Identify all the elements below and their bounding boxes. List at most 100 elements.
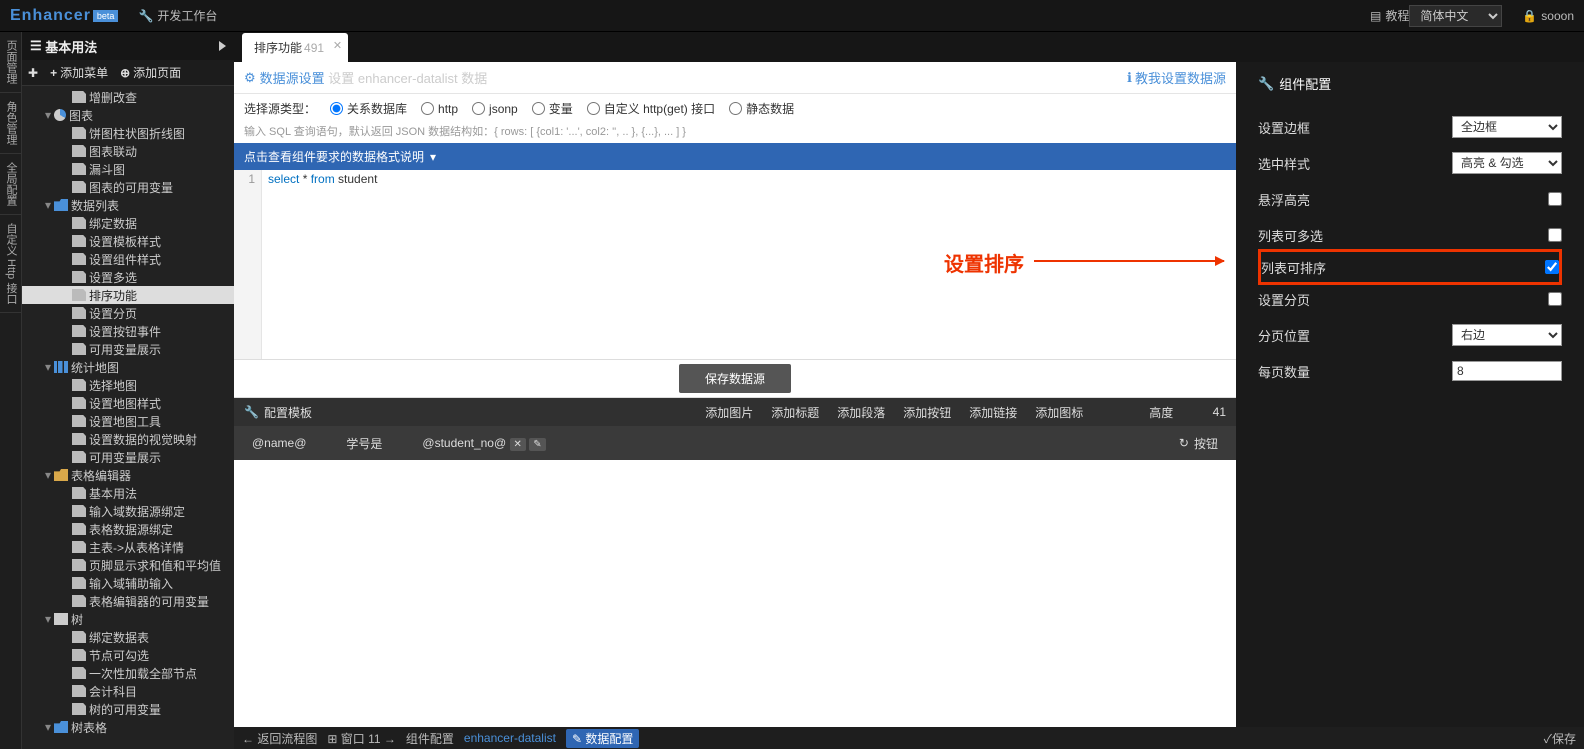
tree-item[interactable]: ▾图表 <box>22 106 234 124</box>
workbench-link[interactable]: 🔧开发工作台 <box>138 7 217 24</box>
tree-item[interactable]: 节点可勾选 <box>22 646 234 664</box>
tree-item[interactable]: 设置按钮事件 <box>22 322 234 340</box>
rail-item[interactable]: 自定义 Http 接口 <box>0 215 22 313</box>
format-hint-band[interactable]: 点击查看组件要求的数据格式说明▾ <box>234 143 1236 170</box>
source-type-option[interactable]: 自定义 http(get) 接口 <box>587 100 715 117</box>
tree-item[interactable]: 可用变量展示 <box>22 340 234 358</box>
save-datasource-button[interactable]: 保存数据源 <box>679 364 791 393</box>
close-icon[interactable]: ✕ <box>510 438 526 451</box>
config-checkbox[interactable] <box>1548 228 1562 242</box>
tree-item[interactable]: 排序功能 <box>22 286 234 304</box>
tree-item[interactable]: 输入域数据源绑定 <box>22 502 234 520</box>
tree-item[interactable]: 树的可用变量 <box>22 700 234 718</box>
bc-datalist[interactable]: enhancer-datalist <box>464 731 556 745</box>
page-icon <box>72 289 86 301</box>
page-icon <box>72 487 86 499</box>
add-menu-button[interactable]: +添加菜单 <box>50 64 108 81</box>
menu-icon[interactable]: ☰ <box>30 38 42 54</box>
add-page-button[interactable]: ⊕添加页面 <box>120 64 181 81</box>
tree-item[interactable]: ▾数据列表 <box>22 196 234 214</box>
sql-editor[interactable]: 1 select * from student <box>234 170 1236 360</box>
tree-item[interactable]: 绑定数据 <box>22 214 234 232</box>
bc-ds-pill[interactable]: ✎ 数据配置 <box>566 729 639 748</box>
user-menu[interactable]: 🔒sooon <box>1522 9 1574 23</box>
tree-item[interactable]: 增删改查 <box>22 88 234 106</box>
config-select[interactable]: 高亮 & 勾选 <box>1452 152 1562 174</box>
tpl-button[interactable]: 按钮 <box>1194 435 1218 452</box>
source-type-option[interactable]: 关系数据库 <box>330 100 407 117</box>
tpl-action[interactable]: 添加按钮 <box>903 404 951 421</box>
rail-item[interactable]: 角色管理 <box>0 93 22 154</box>
edit-icon[interactable]: ✎ <box>529 438 545 451</box>
tree-item[interactable]: 设置多选 <box>22 268 234 286</box>
tree-item[interactable]: 饼图柱状图折线图 <box>22 124 234 142</box>
page-icon <box>72 163 86 175</box>
tree-item[interactable]: 漏斗图 <box>22 160 234 178</box>
tree-item[interactable]: 设置组件样式 <box>22 250 234 268</box>
tpl-action[interactable]: 添加链接 <box>969 404 1017 421</box>
tpl-field[interactable]: @name@ <box>252 436 306 450</box>
tree-item[interactable]: 设置模板样式 <box>22 232 234 250</box>
tpl-field[interactable]: @student_no@ <box>422 436 506 450</box>
tpl-action[interactable]: 添加图标 <box>1035 404 1083 421</box>
tpl-action[interactable]: 添加图片 <box>705 404 753 421</box>
config-select[interactable]: 全边框 <box>1452 116 1562 138</box>
bc-save[interactable]: ✓保存 <box>1544 730 1576 747</box>
tree-item[interactable]: 设置地图样式 <box>22 394 234 412</box>
tree-item[interactable]: ▾树 <box>22 610 234 628</box>
tree-item[interactable]: 一次性加载全部节点 <box>22 664 234 682</box>
page-icon <box>72 397 86 409</box>
tree-item[interactable]: 会计科目 <box>22 682 234 700</box>
wrench-icon: 🔧 <box>138 9 153 23</box>
help-link[interactable]: ℹ教我设置数据源 <box>1127 68 1226 87</box>
tree-item[interactable]: 输入域辅助输入 <box>22 574 234 592</box>
tree-item[interactable]: 设置地图工具 <box>22 412 234 430</box>
config-row: 分页位置右边 <box>1258 317 1562 353</box>
config-checkbox[interactable] <box>1548 192 1562 206</box>
source-type-option[interactable]: http <box>421 102 458 116</box>
tree-item[interactable]: 表格数据源绑定 <box>22 520 234 538</box>
datasource-link[interactable]: 数据源设置 <box>260 68 325 87</box>
source-type-option[interactable]: jsonp <box>472 102 518 116</box>
tpl-action[interactable]: 添加标题 <box>771 404 819 421</box>
expand-button[interactable]: ✚ <box>28 66 38 80</box>
close-icon[interactable]: ✕ <box>333 39 342 52</box>
tree-item[interactable]: 设置分页 <box>22 304 234 322</box>
tree-item[interactable]: 设置数据的视觉映射 <box>22 430 234 448</box>
tree-item[interactable]: ▾树表格 <box>22 718 234 736</box>
tpl-action[interactable]: 添加段落 <box>837 404 885 421</box>
chevron-down-icon: ▾ <box>430 150 436 164</box>
tree-item[interactable]: 图表的可用变量 <box>22 178 234 196</box>
tpl-field[interactable]: 学号是 <box>346 435 382 452</box>
page-icon <box>72 541 86 553</box>
rail-item[interactable]: 页面管理 <box>0 32 22 93</box>
tree-item[interactable]: 图表联动 <box>22 142 234 160</box>
config-select[interactable]: 右边 <box>1452 324 1562 346</box>
tree-item[interactable]: 绑定数据表 <box>22 628 234 646</box>
tree-item[interactable]: 可用变量展示 <box>22 448 234 466</box>
source-type-option[interactable]: 变量 <box>532 100 573 117</box>
tab-active[interactable]: 排序功能491 ✕ <box>242 33 348 62</box>
template-row[interactable]: @name@ 学号是 @student_no@ ✕ ✎ ↻ 按钮 <box>234 426 1236 460</box>
tree-item[interactable]: 页脚显示求和值和平均值 <box>22 556 234 574</box>
tutorial-link[interactable]: ▤教程 <box>1370 7 1409 24</box>
tree-item[interactable]: ▾统计地图 <box>22 358 234 376</box>
tree-item[interactable]: ▾表格编辑器 <box>22 466 234 484</box>
back-link[interactable]: ← 返回流程图 <box>242 730 317 747</box>
config-row: 选中样式高亮 & 勾选 <box>1258 145 1562 181</box>
source-type-option[interactable]: 静态数据 <box>729 100 794 117</box>
play-icon[interactable] <box>219 41 226 51</box>
tree-item[interactable]: 选择地图 <box>22 376 234 394</box>
config-input[interactable] <box>1452 361 1562 381</box>
tree-item[interactable]: 基本用法 <box>22 484 234 502</box>
config-checkbox[interactable] <box>1548 292 1562 306</box>
language-select[interactable]: 简体中文 <box>1409 5 1502 27</box>
rail-item[interactable]: 全局配置 <box>0 154 22 215</box>
tree-item[interactable]: 表格编辑器的可用变量 <box>22 592 234 610</box>
page-icon <box>72 433 86 445</box>
code-line[interactable]: select * from student <box>262 170 1236 359</box>
refresh-icon[interactable]: ↻ <box>1179 436 1189 450</box>
template-canvas[interactable] <box>234 460 1236 735</box>
config-checkbox[interactable] <box>1545 260 1559 274</box>
tree-item[interactable]: 主表->从表格详情 <box>22 538 234 556</box>
